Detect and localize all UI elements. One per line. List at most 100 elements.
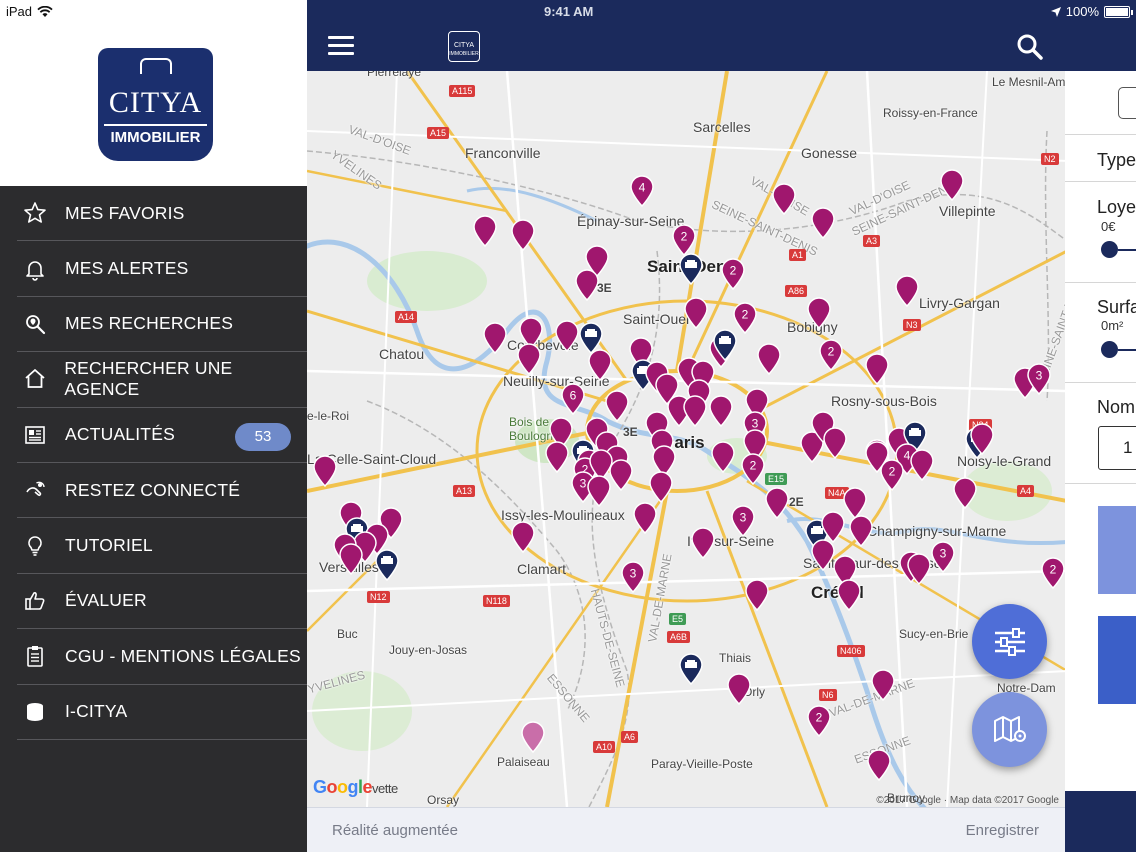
filter-panel: Type d Loyer 0€ Surfa 0m² Nomb 1	[1065, 71, 1136, 852]
map-label: Le Mesnil-Am	[992, 75, 1065, 89]
listing-pin[interactable]	[482, 322, 508, 354]
menu-item-rechercher-une-agence[interactable]: RECHERCHER UNE AGENCE	[17, 352, 307, 408]
cluster-pin[interactable]: 2	[720, 258, 746, 290]
listing-pin[interactable]	[848, 515, 874, 547]
cluster-pin[interactable]: 2	[671, 224, 697, 256]
menu-item-label: ÉVALUER	[65, 590, 147, 611]
augmented-reality-button[interactable]: Réalité augmentée	[332, 822, 458, 839]
listing-pin[interactable]	[587, 349, 613, 381]
listing-pin[interactable]	[726, 673, 752, 705]
cluster-pin[interactable]: 2	[806, 705, 832, 737]
cluster-pin[interactable]: 2	[740, 453, 766, 485]
menu-item-valuer[interactable]: ÉVALUER	[17, 574, 307, 630]
cluster-pin[interactable]: 3	[1026, 363, 1052, 395]
top-logo[interactable]: CITYA IMMOBILIER	[448, 31, 480, 62]
menu-item-label: MES ALERTES	[65, 258, 189, 279]
listing-pin[interactable]	[969, 423, 995, 455]
listing-pin[interactable]	[708, 395, 734, 427]
listing-pin[interactable]	[822, 427, 848, 459]
cluster-pin[interactable]: 2	[1040, 557, 1065, 589]
agency-pin[interactable]	[678, 253, 704, 285]
cluster-pin[interactable]: 6	[560, 383, 586, 415]
menu-item-mes-favoris[interactable]: MES FAVORIS	[17, 186, 307, 242]
cluster-pin[interactable]: 3	[930, 541, 956, 573]
listing-pin[interactable]	[586, 475, 612, 507]
listing-pin[interactable]	[510, 521, 536, 553]
listing-pin[interactable]	[632, 502, 658, 534]
surface-slider-handle[interactable]	[1101, 341, 1118, 358]
map-view[interactable]: Pierrelaye Sarcelles Franconville Goness…	[307, 71, 1065, 807]
listing-pin[interactable]	[836, 579, 862, 611]
listing-pin[interactable]	[870, 669, 896, 701]
menu-item-restez-connect[interactable]: RESTEZ CONNECTÉ	[17, 463, 307, 519]
listing-pin[interactable]	[952, 477, 978, 509]
listing-pin[interactable]	[806, 297, 832, 329]
listing-pin[interactable]	[906, 553, 932, 585]
listing-pin[interactable]	[939, 169, 965, 201]
agency-pin[interactable]	[374, 549, 400, 581]
panel-action-button-2[interactable]	[1098, 616, 1136, 704]
svg-text:3: 3	[1036, 369, 1043, 383]
listing-pin[interactable]	[764, 487, 790, 519]
listing-pin[interactable]	[682, 395, 708, 427]
listing-pin[interactable]	[648, 471, 674, 503]
listing-pin[interactable]	[683, 297, 709, 329]
save-button[interactable]: Enregistrer	[966, 822, 1039, 839]
loyer-slider-track[interactable]	[1118, 249, 1136, 251]
filter-fab[interactable]	[972, 604, 1047, 679]
listing-pin[interactable]	[510, 219, 536, 251]
menu-item-mes-recherches[interactable]: MES RECHERCHES	[17, 297, 307, 353]
svg-text:6: 6	[570, 389, 577, 403]
menu-item-i-citya[interactable]: I-CITYA	[17, 685, 307, 740]
hamburger-menu-icon[interactable]	[328, 36, 354, 56]
type-label: Type d	[1097, 150, 1136, 170]
listing-pin[interactable]	[756, 343, 782, 375]
menu-item-tutoriel[interactable]: TUTORIEL	[17, 518, 307, 574]
type-row[interactable]: Type d	[1065, 134, 1136, 182]
listing-pin[interactable]	[520, 721, 546, 753]
listing-pin[interactable]	[894, 275, 920, 307]
listing-pin[interactable]	[810, 207, 836, 239]
nombre-value: 1	[1123, 438, 1133, 457]
listing-pin[interactable]	[312, 455, 338, 487]
listing-pin[interactable]	[472, 215, 498, 247]
svg-text:3: 3	[630, 567, 637, 581]
bottom-bar: Réalité augmentée Enregistrer	[307, 807, 1065, 852]
listing-pin[interactable]	[744, 579, 770, 611]
cluster-pin[interactable]: 3	[620, 561, 646, 593]
cluster-pin[interactable]: 3	[730, 505, 756, 537]
status-left: iPad	[6, 4, 53, 19]
search-icon[interactable]	[1016, 33, 1044, 61]
nombre-input[interactable]: 1	[1098, 426, 1136, 470]
panel-action-button-1[interactable]	[1098, 506, 1136, 594]
bell-icon	[23, 257, 59, 281]
loyer-slider-handle[interactable]	[1101, 241, 1118, 258]
listing-pin[interactable]	[909, 449, 935, 481]
listing-pin[interactable]	[338, 543, 364, 575]
listing-pin[interactable]	[554, 320, 580, 352]
menu-item-actualit-s[interactable]: ACTUALITÉS 53	[17, 408, 307, 463]
listing-pin[interactable]	[544, 441, 570, 473]
menu-item-cgu-mentions-l-gales[interactable]: CGU - MENTIONS LÉGALES	[17, 629, 307, 685]
panel-toggle-button[interactable]	[1118, 87, 1136, 119]
cluster-pin[interactable]: 2	[818, 339, 844, 371]
surface-slider-track[interactable]	[1118, 349, 1136, 351]
listing-pin[interactable]	[516, 343, 542, 375]
device-name: iPad	[6, 4, 33, 19]
listing-pin[interactable]	[574, 269, 600, 301]
map-label: Palaiseau	[497, 755, 550, 769]
citya-logo[interactable]: CITYA IMMOBILIER	[98, 48, 213, 161]
map-settings-fab[interactable]	[972, 692, 1047, 767]
listing-pin[interactable]	[771, 183, 797, 215]
listing-pin[interactable]	[864, 353, 890, 385]
menu-item-mes-alertes[interactable]: MES ALERTES	[17, 241, 307, 297]
agency-pin[interactable]	[678, 653, 704, 685]
cluster-pin[interactable]: 4	[629, 175, 655, 207]
listing-pin[interactable]	[864, 441, 890, 473]
menu-item-label: MES RECHERCHES	[65, 313, 234, 334]
agency-pin[interactable]	[712, 329, 738, 361]
loyer-label: Loyer	[1097, 197, 1136, 217]
listing-pin[interactable]	[690, 527, 716, 559]
listing-pin[interactable]	[710, 441, 736, 473]
listing-pin[interactable]	[866, 749, 892, 781]
